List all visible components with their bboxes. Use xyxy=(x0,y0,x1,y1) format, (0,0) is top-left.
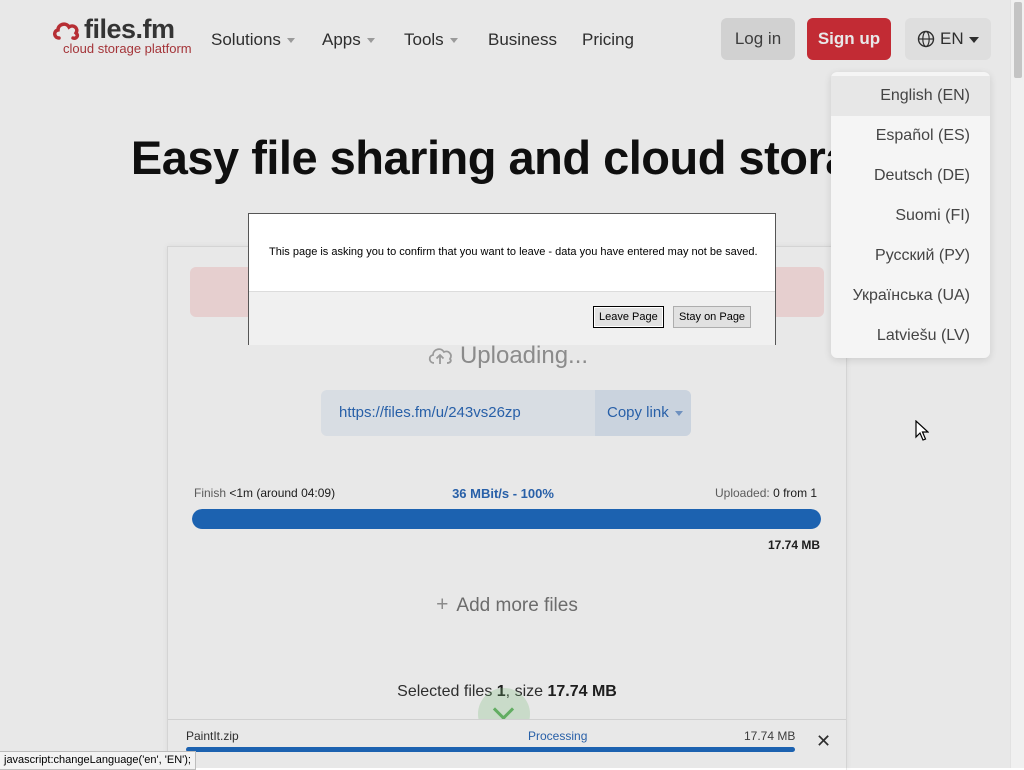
scrollbar-thumb[interactable] xyxy=(1014,2,1022,78)
language-item-es[interactable]: Español (ES) xyxy=(876,127,970,145)
language-item-ua[interactable]: Українська (UA) xyxy=(853,287,970,305)
browser-status-bar: javascript:changeLanguage('en', 'EN'); xyxy=(0,751,196,770)
language-item-lv[interactable]: Latviešu (LV) xyxy=(877,327,970,345)
language-item-fi[interactable]: Suomi (FI) xyxy=(895,207,970,225)
vertical-scrollbar[interactable] xyxy=(1010,0,1024,768)
language-menu: English (EN) Español (ES) Deutsch (DE) S… xyxy=(831,72,990,358)
language-item-de[interactable]: Deutsch (DE) xyxy=(874,167,970,185)
dialog-message: This page is asking you to confirm that … xyxy=(269,246,758,258)
dialog-footer: Leave Page Stay on Page xyxy=(249,291,775,345)
language-item-en[interactable]: English (EN) xyxy=(880,87,970,105)
language-item-ru[interactable]: Русский (РУ) xyxy=(875,247,970,265)
leave-page-button[interactable]: Leave Page xyxy=(593,306,664,328)
leave-page-dialog: This page is asking you to confirm that … xyxy=(248,213,776,345)
stay-on-page-button[interactable]: Stay on Page xyxy=(673,306,752,328)
mouse-pointer-icon xyxy=(915,420,929,441)
